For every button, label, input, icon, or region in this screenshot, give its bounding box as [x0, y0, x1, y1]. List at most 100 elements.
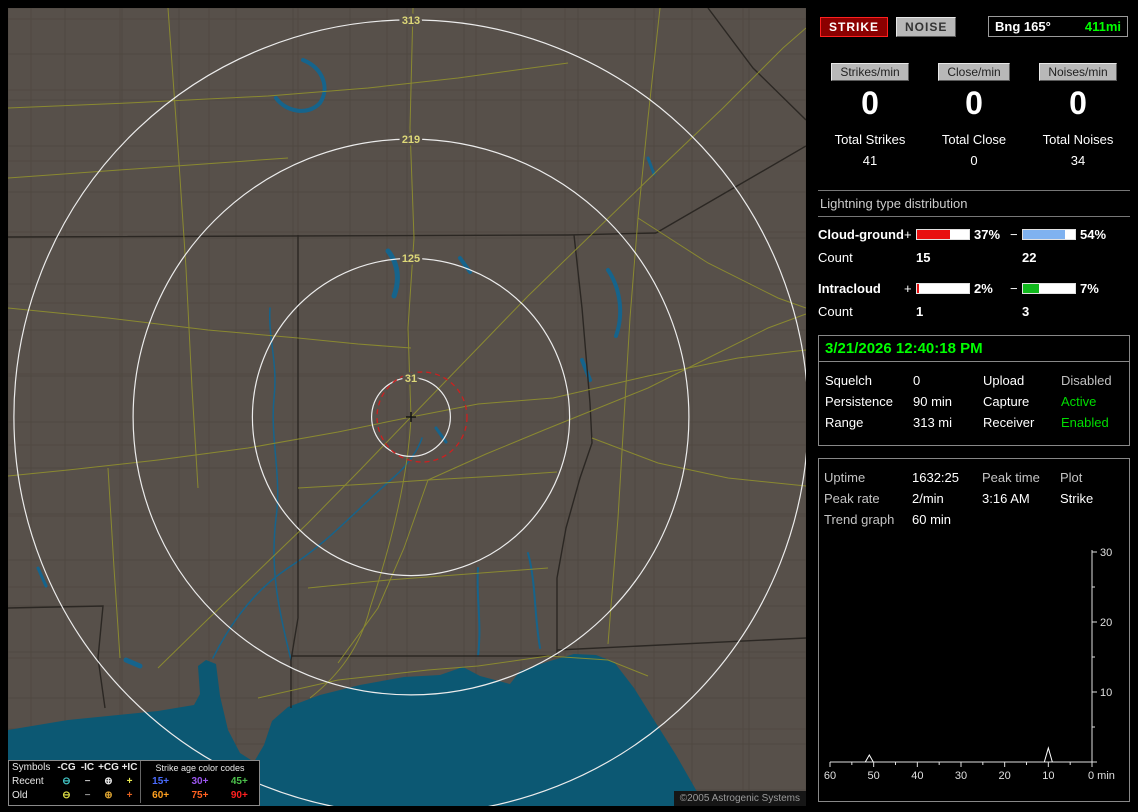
count-label: Count	[818, 304, 853, 319]
stats-row-1: Uptime 1632:25 Peak time Plot	[824, 467, 1124, 488]
trend-graph-label: Trend graph	[824, 512, 895, 527]
ring-label-219: 219	[402, 134, 420, 146]
legend-col-pos-cg: +CG	[98, 762, 119, 773]
legend-col-neg-cg: -CG	[57, 762, 76, 773]
legend-recent-label: Recent	[12, 776, 44, 787]
plus-sign: +	[904, 227, 912, 242]
svg-text:20: 20	[1100, 617, 1112, 629]
stats-box: Uptime 1632:25 Peak time Plot Peak rate …	[818, 458, 1130, 802]
svg-text:60: 60	[824, 770, 836, 782]
ring-label-125: 125	[402, 253, 420, 265]
age-75: 75+	[191, 790, 209, 801]
recent-pos-cg-icon: ⊕	[104, 776, 113, 787]
plus-sign: +	[904, 281, 912, 296]
status-row-persistence: Persistence 90 min Capture Active	[825, 391, 1123, 412]
plot-label: Plot	[1060, 470, 1083, 485]
map-canvas[interactable]: 313 219 125 31	[8, 8, 806, 806]
ring-label-313: 313	[402, 15, 420, 27]
svg-text:30: 30	[1100, 547, 1112, 559]
uptime-value: 1632:25	[912, 470, 959, 485]
legend-old-row: Old ⊖ − ⊕ + 60+ 75+ 90+	[9, 789, 259, 803]
rate-buttons-row: Strikes/min Close/min Noises/min	[818, 63, 1130, 81]
status-box: 3/21/2026 12:40:18 PM Squelch 0 Upload D…	[818, 335, 1130, 446]
capture-value: Active	[1061, 394, 1097, 409]
total-labels-row: Total Strikes Total Close Total Noises	[818, 132, 1130, 147]
legend-age-header: Strike age color codes	[140, 761, 259, 775]
plot-value: Strike	[1060, 491, 1094, 506]
legend-header-row: Symbols -CG -IC +CG +IC Strike age color…	[9, 761, 259, 775]
cg-negative-bar	[1022, 229, 1076, 240]
cg-positive-bar	[916, 229, 970, 240]
persistence-value: 90 min	[913, 394, 953, 409]
bearing-label: Bng 165°	[995, 19, 1051, 34]
peak-time-value: 3:16 AM	[982, 491, 1030, 506]
recent-pos-ic-icon: +	[126, 776, 133, 787]
trend-graph: 60 50 40 30 20 10 0 min 30 20 10	[824, 547, 1115, 782]
age-90: 90+	[230, 790, 248, 801]
peak-time-label: Peak time	[982, 470, 1040, 485]
old-neg-cg-icon: ⊖	[62, 790, 71, 801]
ic-positive-bar	[916, 283, 970, 294]
total-noises-label: Total Noises	[1042, 132, 1114, 147]
strikes-per-min-button[interactable]: Strikes/min	[831, 63, 909, 81]
svg-text:20: 20	[999, 770, 1011, 782]
recent-neg-ic-icon: −	[84, 776, 91, 787]
stats-row-2: Peak rate 2/min 3:16 AM Strike	[824, 488, 1124, 509]
current-datetime: 3/21/2026 12:40:18 PM	[819, 336, 1129, 362]
svg-text:0 min: 0 min	[1088, 770, 1115, 782]
bearing-readout: Bng 165° 411mi	[988, 16, 1128, 37]
peak-rate-value: 2/min	[912, 491, 944, 506]
old-pos-ic-icon: +	[126, 790, 133, 801]
squelch-value: 0	[913, 373, 921, 388]
old-pos-cg-icon: ⊕	[104, 790, 113, 801]
ring-label-31: 31	[405, 373, 417, 385]
close-per-min-button[interactable]: Close/min	[938, 63, 1010, 81]
legend-old-label: Old	[12, 790, 28, 801]
squelch-label: Squelch	[825, 373, 872, 388]
noise-indicator-button[interactable]: NOISE	[896, 16, 957, 37]
cg-negative-pct: 54%	[1080, 227, 1107, 242]
age-30: 30+	[191, 776, 209, 787]
age-60: 60+	[152, 790, 170, 801]
receiver-value: Enabled	[1061, 415, 1109, 430]
minus-sign: −	[1010, 281, 1018, 296]
status-row-squelch: Squelch 0 Upload Disabled	[825, 370, 1123, 391]
total-noises-value: 34	[1070, 153, 1086, 168]
total-close-label: Total Close	[941, 132, 1007, 147]
strike-indicator-button[interactable]: STRIKE	[820, 16, 889, 37]
cloud-ground-label: Cloud-ground	[818, 227, 904, 242]
upload-label: Upload	[983, 373, 1025, 388]
age-15: 15+	[152, 776, 170, 787]
total-strikes-label: Total Strikes	[834, 132, 906, 147]
intracloud-count-row: Count 1 3	[818, 304, 1130, 319]
range-label: Range	[825, 415, 864, 430]
legend-col-pos-ic: +IC	[121, 762, 138, 773]
legend-symbols-header: Symbols	[12, 762, 51, 773]
stats-row-3: Trend graph 60 min	[824, 509, 1124, 530]
map-legend: Symbols -CG -IC +CG +IC Strike age color…	[8, 760, 260, 806]
distribution-title: Lightning type distribution	[818, 191, 1130, 217]
rate-values-row: 0 0 0	[818, 85, 1130, 122]
noises-per-min-button[interactable]: Noises/min	[1039, 63, 1117, 81]
total-close-value: 0	[970, 153, 978, 168]
cg-negative-count: 22	[1022, 250, 1037, 265]
receiver-label: Receiver	[983, 415, 1035, 430]
count-label: Count	[818, 250, 853, 265]
ic-negative-count: 3	[1022, 304, 1030, 319]
persistence-label: Persistence	[825, 394, 893, 409]
legend-col-neg-ic: -IC	[80, 762, 95, 773]
lightning-map[interactable]: 313 219 125 31 Symbols -CG -IC +CG +IC S…	[8, 8, 806, 806]
ic-positive-pct: 2%	[974, 281, 993, 296]
recent-neg-cg-icon: ⊖	[62, 776, 71, 787]
peak-rate-label: Peak rate	[824, 491, 880, 506]
trend-graph-window: 60 min	[912, 512, 952, 527]
svg-text:50: 50	[868, 770, 880, 782]
upload-value: Disabled	[1061, 373, 1112, 388]
svg-text:10: 10	[1042, 770, 1054, 782]
ic-negative-bar	[1022, 283, 1076, 294]
cloud-ground-count-row: Count 15 22	[818, 250, 1130, 265]
indicator-row: STRIKE NOISE Bng 165° 411mi	[820, 16, 1128, 37]
old-neg-ic-icon: −	[84, 790, 91, 801]
legend-recent-row: Recent ⊖ − ⊕ + 15+ 30+ 45+	[9, 775, 259, 789]
total-strikes-value: 41	[862, 153, 878, 168]
